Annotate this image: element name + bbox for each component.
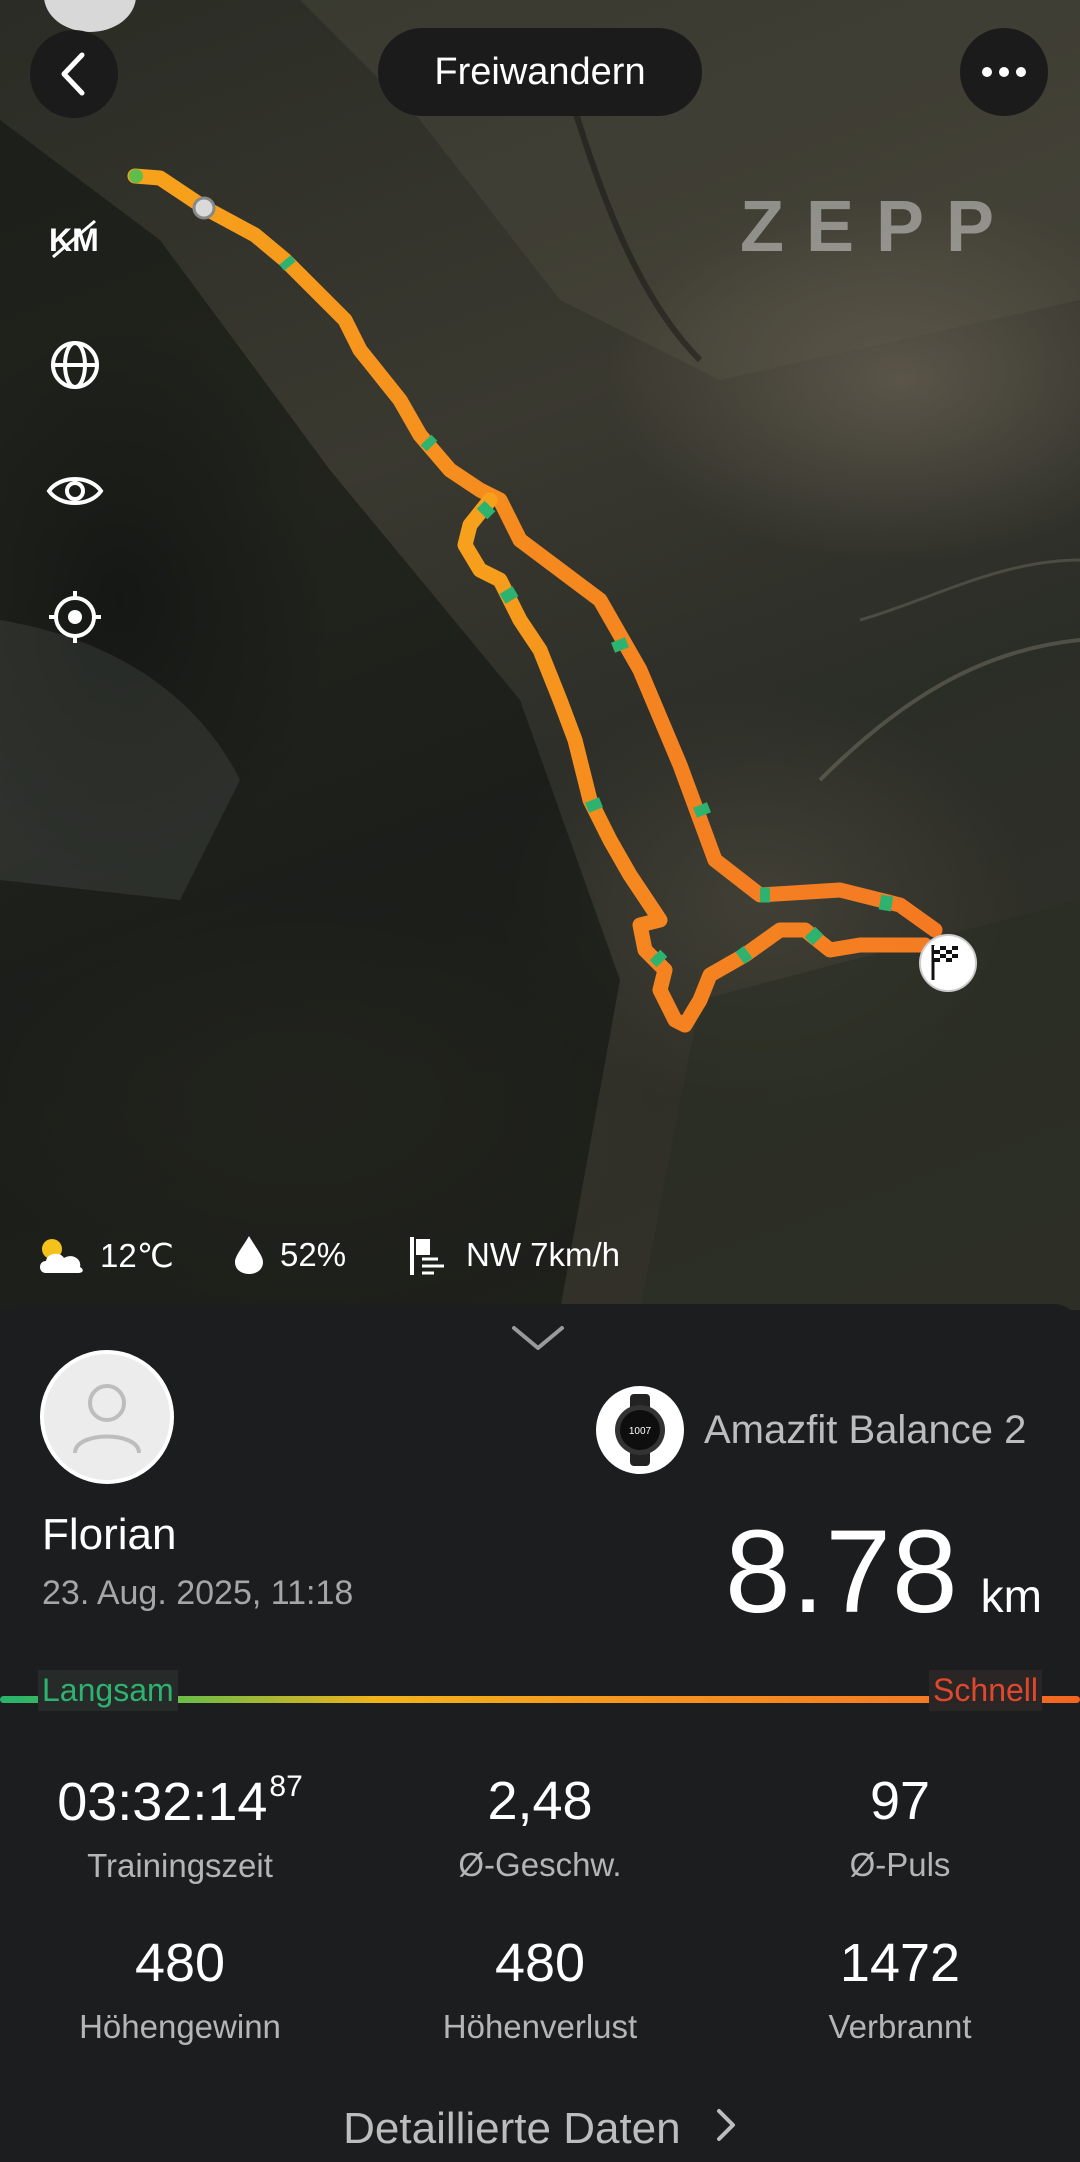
km-icon: KM (49, 219, 99, 259)
chevron-right-icon (716, 2109, 735, 2141)
zepp-logo: ZEPP (740, 187, 1017, 267)
stat-label: Ø-Puls (849, 1846, 951, 1883)
avatar[interactable] (40, 1350, 174, 1484)
humidity-drop-icon (235, 1236, 263, 1274)
detailed-data-link[interactable]: Detaillierte Daten (0, 2104, 1080, 2154)
user-silhouette-icon (73, 1384, 141, 1454)
km-markers-toggle[interactable]: KM (44, 208, 106, 270)
stat-elevation-gain: 480 Höhengewinn (0, 1932, 360, 2046)
collapse-chevron-icon[interactable] (510, 1322, 566, 1352)
back-arrow-icon (61, 52, 85, 96)
partly-cloudy-icon (40, 1239, 83, 1273)
fast-label: Schnell (929, 1670, 1042, 1711)
route-map[interactable]: Freiwandern ZEPP KM (0, 0, 1080, 1310)
stat-calories: 1472 Verbrannt (720, 1932, 1080, 2046)
watch-icon: 1007 (596, 1386, 684, 1474)
stat-value: 2,48 (487, 1771, 593, 1831)
visibility-toggle[interactable] (44, 460, 106, 522)
wind-value: NW 7km/h (466, 1236, 621, 1273)
stat-avg-pulse: 97 Ø-Puls (720, 1770, 1080, 1884)
stat-label: Höhengewinn (79, 2008, 281, 2045)
humidity-value: 52% (280, 1236, 347, 1273)
stat-value: 97 (869, 1771, 931, 1831)
stat-value: 1472 (839, 1933, 961, 1993)
more-options-button[interactable] (960, 28, 1048, 116)
distance: 8.78 km (725, 1504, 1042, 1640)
stat-value-hundredths: 87 (269, 1770, 303, 1803)
device-name: Amazfit Balance 2 (704, 1408, 1027, 1452)
locate-button[interactable] (44, 586, 106, 648)
weather-temperature: 12℃ (34, 1230, 174, 1280)
weather-wind: NW 7km/h (408, 1230, 620, 1280)
user-name: Florian (42, 1510, 177, 1559)
distance-unit: km (980, 1570, 1042, 1622)
stat-value: 480 (134, 1933, 226, 1993)
map-layer-toggle[interactable] (44, 334, 106, 396)
back-button[interactable] (30, 30, 118, 118)
stat-elevation-loss: 480 Höhenverlust (360, 1932, 720, 2046)
globe-icon (51, 341, 99, 389)
stat-label: Verbrannt (828, 2008, 972, 2045)
distance-value: 8.78 (725, 1506, 959, 1638)
locate-icon (49, 591, 101, 643)
temperature-value: 12℃ (100, 1236, 174, 1274)
stat-label: Trainingszeit (87, 1847, 273, 1884)
detailed-data-label: Detaillierte Daten (343, 2104, 681, 2153)
stat-avg-speed: 2,48 Ø-Geschw. (360, 1770, 720, 1884)
stat-label: Ø-Geschw. (458, 1846, 622, 1883)
weather-humidity: 52% (232, 1230, 346, 1280)
wind-icon (410, 1237, 444, 1275)
workout-summary-panel: Florian 23. Aug. 2025, 11:18 1007 Amazfi… (0, 1304, 1080, 2162)
stat-value: 480 (494, 1933, 586, 1993)
activity-title[interactable]: Freiwandern (378, 28, 702, 116)
stat-training-time: 03:32:1487 Trainingszeit (0, 1770, 360, 1885)
finish-flag-icon (919, 934, 977, 992)
slow-label: Langsam (38, 1670, 178, 1711)
svg-text:1007: 1007 (629, 1426, 652, 1437)
workout-date: 23. Aug. 2025, 11:18 (42, 1574, 354, 1612)
stat-value: 03:32:14 (57, 1772, 268, 1832)
stat-label: Höhenverlust (442, 2008, 638, 2045)
eye-icon (46, 477, 104, 505)
more-dots-icon (982, 67, 1026, 77)
